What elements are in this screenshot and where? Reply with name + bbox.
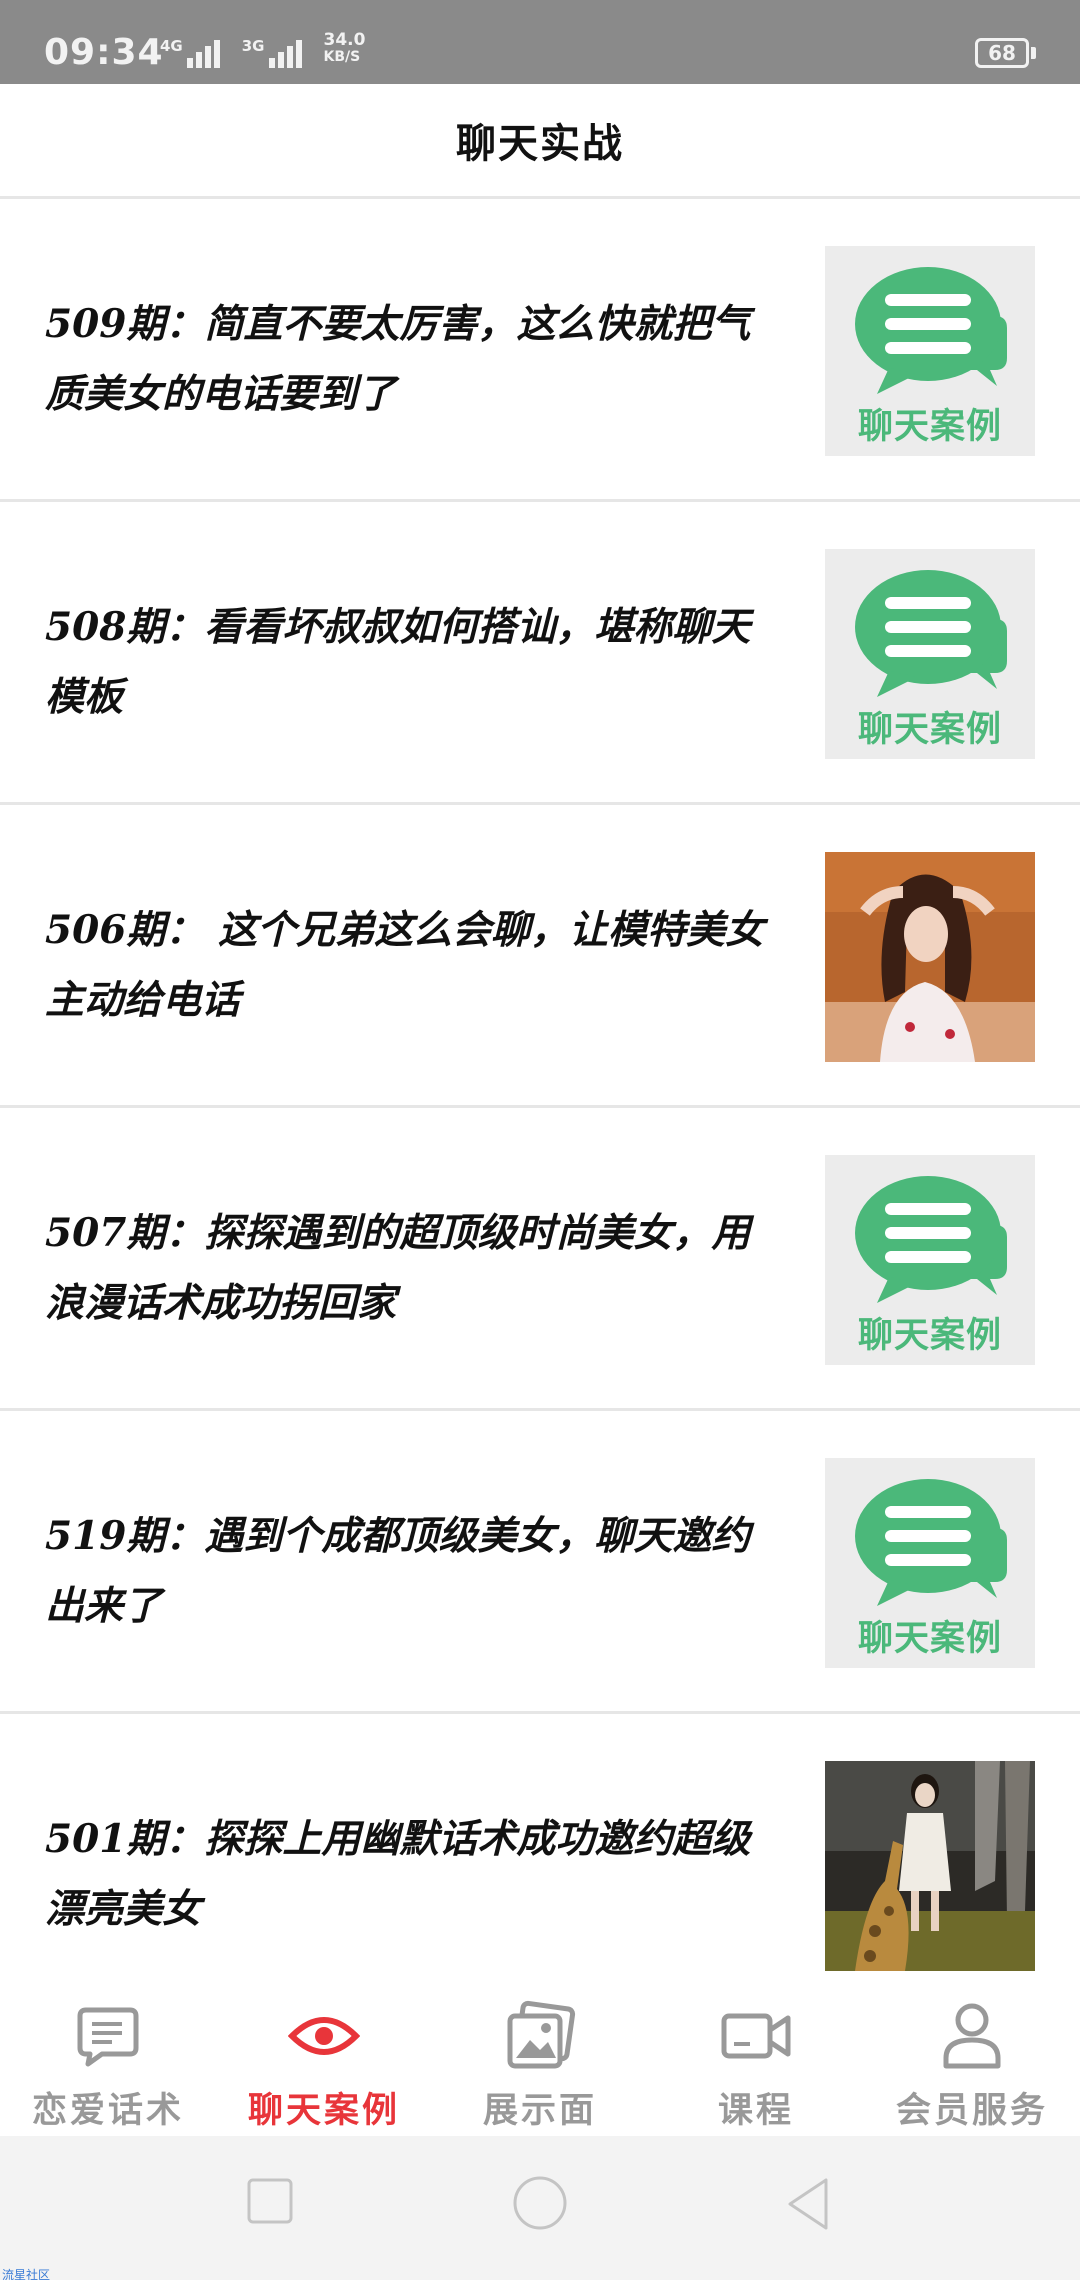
tab-label: 恋爱话术 (31, 2090, 184, 2131)
item-title: 519期：遇到个成都顶级美女，聊天邀约出来了 (45, 1513, 751, 1629)
recent-apps-square-icon[interactable] (245, 2176, 297, 2228)
photo-thumbnail (825, 852, 1035, 1062)
list-item[interactable]: 519期：遇到个成都顶级美女，聊天邀约出来了 聊天案例 (0, 1411, 1080, 1714)
list-item[interactable]: 506期： 这个兄弟这么会聊，让模特美女主动给电话 (0, 805, 1080, 1108)
tab-label: 会员服务 (895, 2090, 1048, 2131)
tab-membership[interactable]: 会员服务 (864, 1978, 1080, 2136)
signal-bars-icon (268, 38, 302, 68)
chat-case-thumbnail: 聊天案例 (825, 549, 1035, 759)
item-title: 507期：探探遇到的超顶级时尚美女，用浪漫话术成功拐回家 (45, 1210, 751, 1326)
tab-label: 展示面 (482, 2090, 597, 2131)
network-type-label: 4G (160, 37, 183, 55)
header: 聊天实战 (0, 84, 1080, 199)
tab-talk-skills[interactable]: 恋爱话术 (0, 1978, 216, 2136)
item-title: 509期：简直不要太厉害，这么快就把气质美女的电话要到了 (45, 301, 751, 417)
thumbnail-caption: 聊天案例 (857, 1619, 1002, 1659)
chat-case-thumbnail: 聊天案例 (825, 1155, 1035, 1365)
thumbnail-caption: 聊天案例 (857, 1316, 1002, 1356)
page-title: 聊天实战 (456, 120, 624, 167)
person-icon (943, 2003, 1001, 2069)
net-speed: 34.0 KB/S (324, 32, 366, 66)
list-item[interactable]: 507期：探探遇到的超顶级时尚美女，用浪漫话术成功拐回家 聊天案例 (0, 1108, 1080, 1411)
list-item[interactable]: 508期：看看坏叔叔如何搭讪，堪称聊天模板 聊天案例 (0, 502, 1080, 805)
system-nav-bar: 流星社区 (0, 2136, 1080, 2280)
photo-thumbnail (825, 1761, 1035, 1971)
case-list: 509期：简直不要太厉害，这么快就把气质美女的电话要到了 聊天案例 508期：看… (0, 199, 1080, 2017)
signal-bars-icon (186, 38, 220, 68)
woman-photo-image (825, 852, 1035, 1062)
watermark: 流星社区 (2, 2268, 51, 2280)
net-speed-value: 34.0 (323, 30, 366, 50)
network-type-label: 3G (241, 37, 265, 55)
status-time: 09:34 (44, 32, 164, 73)
status-signals: 4G 3G 34.0 KB/S (160, 32, 365, 68)
home-circle-icon[interactable] (512, 2176, 570, 2234)
battery-icon: 68 (975, 38, 1029, 68)
battery-tip (1031, 47, 1036, 59)
tab-label: 聊天案例 (247, 2090, 400, 2131)
net-speed-unit: KB/S (323, 49, 361, 65)
thumbnail-caption: 聊天案例 (857, 407, 1002, 447)
tab-chat-cases[interactable]: 聊天案例 (216, 1978, 432, 2136)
bottom-tab-bar: 恋爱话术 聊天案例 展示面 课程 会员服务 (0, 1978, 1080, 2136)
list-item[interactable]: 509期：简直不要太厉害，这么快就把气质美女的电话要到了 聊天案例 (0, 199, 1080, 502)
item-title: 506期： 这个兄弟这么会聊，让模特美女主动给电话 (45, 907, 764, 1023)
signal-4g: 4G (160, 38, 220, 68)
thumbnail-caption: 聊天案例 (857, 710, 1002, 750)
list-item[interactable]: 501期：探探上用幽默话术成功邀约超级漂亮美女 (0, 1714, 1080, 2017)
status-bar: 09:34 4G 3G 34.0 KB/S 68 (0, 0, 1080, 84)
signal-3g: 3G (242, 38, 302, 68)
item-title: 508期：看看坏叔叔如何搭讪，堪称聊天模板 (45, 604, 751, 720)
item-title: 501期：探探上用幽默话术成功邀约超级漂亮美女 (45, 1816, 751, 1932)
chat-case-thumbnail: 聊天案例 (825, 246, 1035, 456)
back-triangle-icon[interactable] (782, 2176, 838, 2232)
tab-courses[interactable]: 课程 (648, 1978, 864, 2136)
chat-case-thumbnail: 聊天案例 (825, 1458, 1035, 1668)
eye-icon (288, 2017, 360, 2055)
tab-label: 课程 (717, 2090, 794, 2131)
tab-showcase[interactable]: 展示面 (432, 1978, 648, 2136)
pictures-icon (507, 2000, 576, 2069)
video-icon (721, 2013, 791, 2059)
chat-lines-icon (77, 2007, 139, 2067)
woman-giraffe-photo-image (825, 1761, 1035, 1971)
